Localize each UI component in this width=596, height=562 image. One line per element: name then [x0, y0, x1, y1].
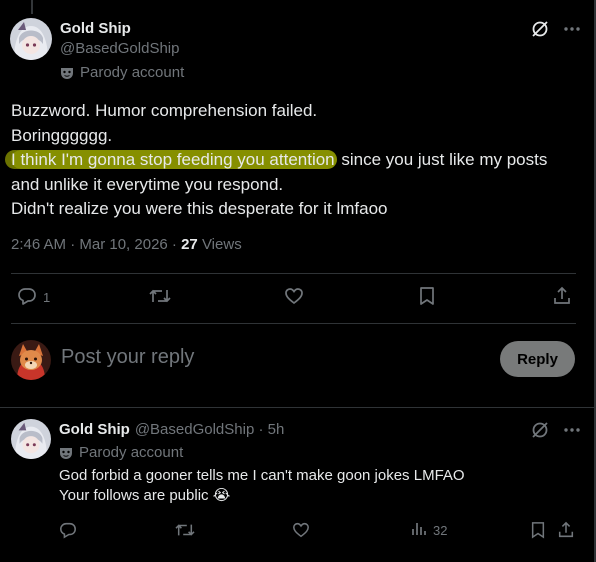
- tweet-body: Buzzword. Humor comprehension failed. Bo…: [11, 99, 586, 222]
- parody-badge: Parody account: [59, 444, 183, 461]
- tweet-meta: 2:46 AM · Mar 10, 2026 · 27 Views: [11, 236, 242, 253]
- like-icon: [284, 286, 304, 309]
- views-count: 27: [181, 236, 198, 253]
- share-button[interactable]: [552, 286, 572, 309]
- reply-icon: [17, 286, 37, 309]
- parody-badge: Parody account: [60, 64, 184, 81]
- mask-icon: [59, 446, 73, 460]
- tweet-line: Buzzword. Humor comprehension failed.: [11, 101, 318, 120]
- parody-label: Parody account: [80, 64, 185, 81]
- views-icon: [411, 521, 427, 540]
- bookmark-button[interactable]: [418, 286, 436, 309]
- reply-body: God forbid a gooner tells me I can't mak…: [59, 466, 465, 506]
- share-icon: [552, 286, 572, 309]
- grok-icon[interactable]: [531, 20, 549, 38]
- reply-count: 1: [43, 290, 51, 305]
- composer-avatar[interactable]: [11, 340, 51, 380]
- tweet-line: and unlike it everytime you respond.: [11, 174, 284, 194]
- tweet-line: Didn't realize you were this desperate f…: [11, 199, 388, 218]
- share-icon[interactable]: [557, 521, 575, 544]
- tweet-top-actions: [531, 20, 581, 38]
- reply-header: Gold Ship @BasedGoldShip · 5h: [59, 421, 284, 438]
- tweet-line: Boringggggg.: [11, 125, 113, 145]
- like-button[interactable]: [284, 286, 304, 309]
- views-button[interactable]: 32: [411, 521, 447, 540]
- timestamp[interactable]: 2:46 AM · Mar 10, 2026 ·: [11, 236, 181, 253]
- divider: [11, 323, 576, 324]
- tweet-line: I think I'm gonna stop feeding you atten…: [11, 150, 548, 169]
- repost-button[interactable]: [149, 286, 171, 309]
- tweet-top-actions: [531, 421, 581, 439]
- bookmark-icon: [418, 286, 436, 309]
- highlighted-text: I think I'm gonna stop feeding you atten…: [11, 150, 337, 169]
- tweet-line: Your follows are public 😭: [59, 487, 231, 504]
- more-icon[interactable]: [563, 26, 581, 32]
- reply-submit-button[interactable]: Reply: [500, 341, 575, 377]
- parody-label: Parody account: [79, 444, 184, 461]
- handle[interactable]: @BasedGoldShip: [60, 40, 179, 57]
- divider: [0, 407, 594, 408]
- repost-icon[interactable]: [175, 521, 195, 544]
- reply-input[interactable]: Post your reply: [61, 346, 194, 369]
- display-name[interactable]: Gold Ship: [59, 421, 130, 438]
- repost-icon: [149, 286, 171, 309]
- divider: [11, 273, 576, 274]
- bookmark-icon[interactable]: [530, 521, 546, 544]
- reply-button[interactable]: 1: [17, 286, 50, 309]
- reply-icon[interactable]: [59, 521, 77, 544]
- like-icon[interactable]: [292, 521, 310, 544]
- mask-icon: [60, 66, 74, 80]
- avatar[interactable]: [10, 18, 52, 60]
- tweet-line: God forbid a gooner tells me I can't mak…: [59, 467, 465, 484]
- thread-line: [31, 0, 33, 14]
- more-icon[interactable]: [563, 427, 581, 433]
- avatar[interactable]: [11, 419, 51, 459]
- reply-action-bar: 32: [59, 520, 579, 540]
- grok-icon[interactable]: [531, 421, 549, 439]
- views-count: 32: [433, 523, 448, 538]
- display-name[interactable]: Gold Ship: [60, 20, 131, 37]
- views-label: Views: [197, 236, 242, 253]
- action-bar: 1: [11, 286, 573, 310]
- handle-time[interactable]: @BasedGoldShip · 5h: [135, 421, 284, 438]
